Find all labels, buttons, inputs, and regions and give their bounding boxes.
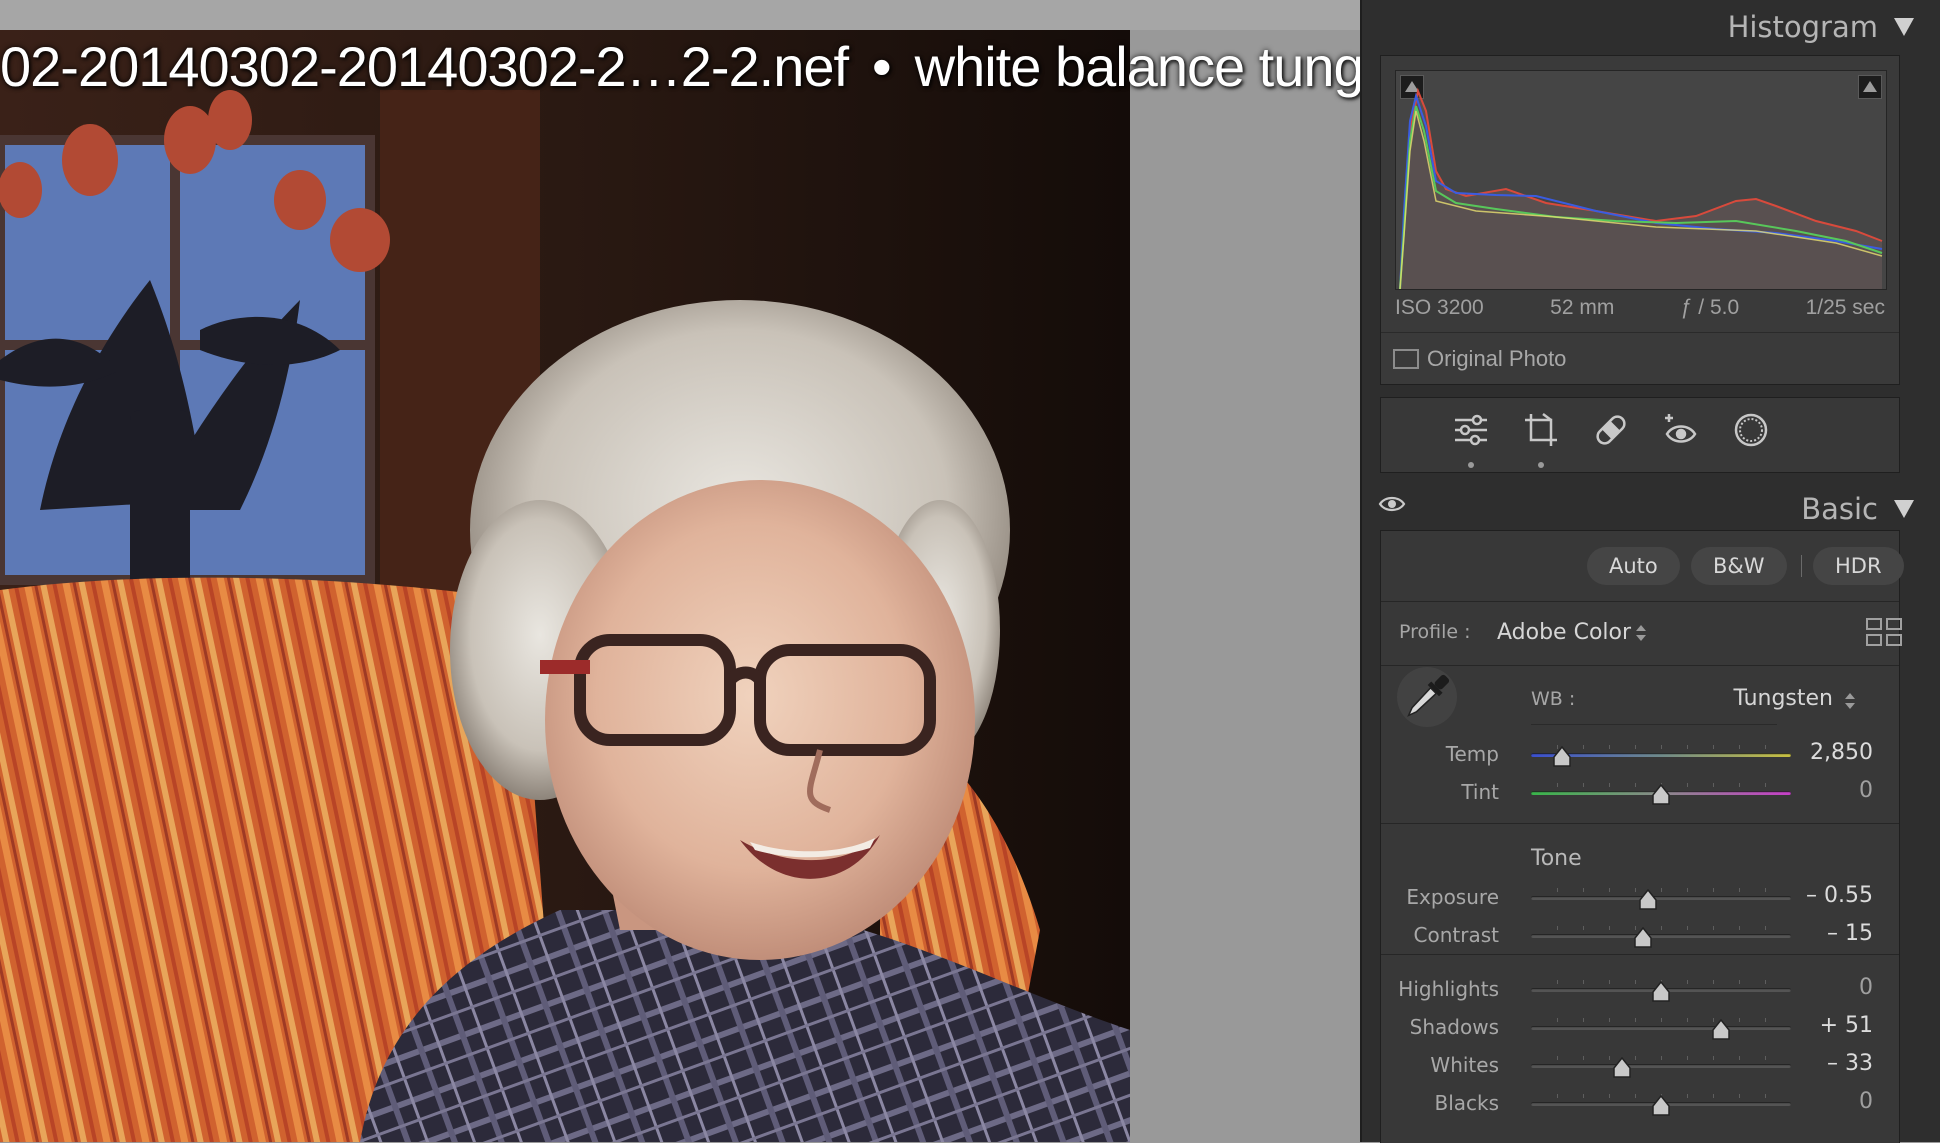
masking-tool[interactable] [1731, 410, 1771, 450]
profile-updown-icon[interactable] [1636, 623, 1646, 643]
edit-sliders-icon [1455, 414, 1487, 446]
profile-browser-grid-icon[interactable] [1865, 617, 1905, 649]
highlights-value[interactable]: 0 [1859, 975, 1873, 1000]
collapse-triangle-icon[interactable] [1894, 18, 1914, 36]
histogram-title: Histogram [1727, 10, 1878, 44]
crop-tool[interactable] [1521, 410, 1561, 468]
original-photo-checkbox[interactable] [1393, 349, 1419, 369]
profile-label: Profile : [1399, 621, 1471, 643]
exif-focal-length: 52 mm [1550, 296, 1615, 319]
shadows-slider-row: Shadows + 51 [1381, 1013, 1899, 1043]
exposure-value[interactable]: – 0.55 [1806, 883, 1873, 908]
wb-dropdown[interactable]: Tungsten [1733, 686, 1833, 711]
button-separator [1801, 555, 1802, 577]
edit-sliders-tool[interactable] [1451, 410, 1491, 468]
basic-panel: Auto B&W HDR Profile : Adobe Color WB : … [1380, 530, 1904, 1143]
active-dot [1538, 462, 1544, 468]
canvas-top-strip [0, 0, 1360, 30]
collapse-triangle-icon[interactable] [1894, 500, 1914, 518]
divider [1381, 954, 1899, 955]
contrast-label: Contrast [1413, 923, 1499, 947]
histogram-graph[interactable] [1395, 70, 1887, 290]
tint-value[interactable]: 0 [1859, 778, 1873, 803]
temp-slider-row: Temp 2,850 [1381, 740, 1899, 770]
exposure-track[interactable] [1531, 896, 1791, 900]
highlights-slider-thumb[interactable] [1651, 981, 1671, 1003]
divider [1381, 665, 1899, 666]
slider-ticks [1531, 926, 1791, 930]
overlay-filename: 02-20140302-20140302-2…2-2.nef [0, 35, 849, 98]
tint-slider-thumb[interactable] [1651, 784, 1671, 806]
auto-button[interactable]: Auto [1587, 547, 1680, 585]
histogram-panel: ISO 3200 52 mm ƒ / 5.0 1/25 sec Original… [1380, 55, 1900, 385]
shadows-label: Shadows [1409, 1015, 1499, 1039]
slider-ticks [1531, 1056, 1791, 1060]
develop-right-panel: Histogram ISO 3200 52 mm ƒ / 5.0 1/25 se… [1360, 0, 1940, 1143]
shadows-slider-thumb[interactable] [1711, 1019, 1731, 1041]
whites-slider-thumb[interactable] [1612, 1057, 1632, 1079]
blacks-value[interactable]: 0 [1859, 1089, 1873, 1114]
exposure-label: Exposure [1406, 885, 1499, 909]
blacks-label: Blacks [1434, 1091, 1499, 1115]
slider-ticks [1531, 888, 1791, 892]
wb-selector[interactable] [1397, 667, 1457, 727]
overlay-separator: • [872, 35, 892, 98]
original-photo-label: Original Photo [1427, 346, 1567, 371]
whites-track[interactable] [1531, 1064, 1791, 1068]
contrast-value[interactable]: – 15 [1827, 921, 1873, 946]
healing-bandage-icon [1596, 415, 1626, 445]
temp-value[interactable]: 2,850 [1810, 740, 1873, 765]
histogram-header[interactable]: Histogram [1728, 10, 1914, 44]
blacks-slider-row: Blacks 0 [1381, 1089, 1899, 1119]
contrast-slider-thumb[interactable] [1633, 927, 1653, 949]
highlights-slider-row: Highlights 0 [1381, 975, 1899, 1005]
eyedropper-icon [1407, 674, 1450, 717]
blacks-slider-thumb[interactable] [1651, 1095, 1671, 1117]
temp-label: Temp [1445, 742, 1499, 766]
whites-slider-row: Whites – 33 [1381, 1051, 1899, 1081]
temp-slider-thumb[interactable] [1552, 746, 1572, 768]
tone-section-label: Tone [1531, 846, 1582, 871]
masking-icon [1734, 413, 1768, 447]
exif-iso: ISO 3200 [1395, 296, 1484, 319]
divider [1381, 823, 1899, 824]
red-eye-tool[interactable] [1661, 410, 1701, 450]
eye-visibility-icon[interactable] [1378, 494, 1406, 514]
photo-canvas[interactable]: 02-20140302-20140302-2…2-2.nef • white bal… [0, 0, 1467, 1142]
divider [1531, 724, 1777, 725]
exposure-slider-thumb[interactable] [1638, 889, 1658, 911]
photo-illustration [0, 30, 1130, 1142]
active-dot [1468, 462, 1474, 468]
wb-label: WB : [1531, 688, 1576, 710]
healing-tool[interactable] [1591, 410, 1631, 450]
basic-title: Basic [1801, 492, 1878, 526]
exif-aperture: ƒ / 5.0 [1680, 296, 1740, 319]
bw-button[interactable]: B&W [1691, 547, 1787, 585]
whites-value[interactable]: – 33 [1827, 1051, 1873, 1076]
profile-dropdown[interactable]: Adobe Color [1497, 620, 1631, 645]
tint-slider-row: Tint 0 [1381, 778, 1899, 808]
contrast-track[interactable] [1531, 934, 1791, 938]
crop-icon [1525, 413, 1557, 446]
hdr-button[interactable]: HDR [1813, 547, 1904, 585]
exposure-slider-row: Exposure – 0.55 [1381, 883, 1899, 913]
whites-label: Whites [1430, 1053, 1499, 1077]
contrast-slider-row: Contrast – 15 [1381, 921, 1899, 951]
basic-header[interactable]: Basic [1801, 492, 1914, 526]
shadows-track[interactable] [1531, 1026, 1791, 1030]
slider-ticks [1531, 1018, 1791, 1022]
highlights-label: Highlights [1398, 977, 1499, 1001]
divider [1381, 601, 1899, 602]
shadows-value[interactable]: + 51 [1820, 1013, 1873, 1038]
photo-preview[interactable] [0, 30, 1130, 1142]
exif-info: ISO 3200 52 mm ƒ / 5.0 1/25 sec [1395, 296, 1885, 320]
exif-shutter: 1/25 sec [1805, 296, 1885, 319]
tool-strip [1380, 397, 1900, 473]
red-eye-icon [1665, 414, 1697, 443]
tint-label: Tint [1461, 780, 1499, 804]
original-photo-toggle[interactable]: Original Photo [1381, 332, 1899, 385]
image-info-overlay: 02-20140302-20140302-2…2-2.nef • white bal… [0, 34, 1467, 99]
wb-updown-icon[interactable] [1845, 691, 1855, 711]
histogram-curves [1399, 87, 1883, 289]
